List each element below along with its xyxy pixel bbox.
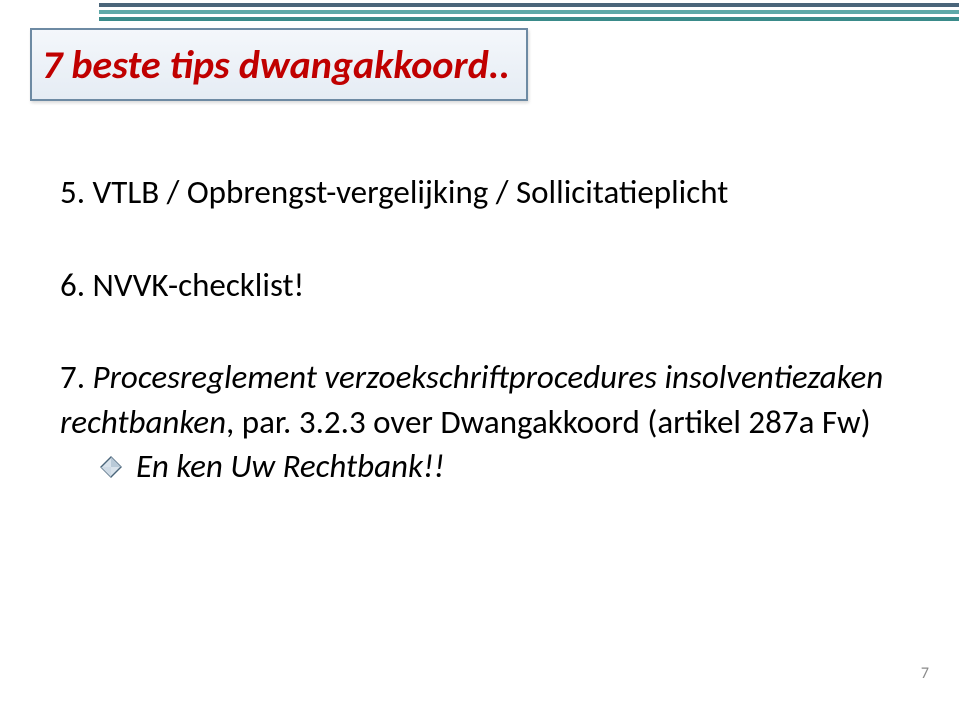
- item-number: 7.: [60, 357, 85, 397]
- sub-bullet-row: En ken Uw Rechtbank!!: [60, 446, 899, 486]
- item-text-after: , par. 3.2.3 over Dwangakkoord (artikel …: [226, 402, 871, 442]
- decorative-stripes: [99, 0, 959, 26]
- slide-title: 7 beste tips dwangakkoord..: [42, 40, 510, 89]
- diamond-bullet-icon: [100, 456, 122, 478]
- list-item: 5. VTLB / Opbrengst-vergelijking / Solli…: [60, 170, 899, 215]
- page-number: 7: [921, 664, 929, 683]
- list-item: 6. NVVK-checklist!: [60, 263, 899, 308]
- stripe: [99, 17, 959, 21]
- slide-body: 5. VTLB / Opbrengst-vergelijking / Solli…: [60, 170, 899, 486]
- slide: 7 beste tips dwangakkoord.. 5. VTLB / Op…: [0, 0, 959, 701]
- stripe: [99, 10, 959, 14]
- sub-bullet-text: En ken Uw Rechtbank!!: [136, 446, 445, 486]
- item-number: 5.: [60, 172, 85, 212]
- title-box: 7 beste tips dwangakkoord..: [30, 28, 528, 101]
- item-text: VTLB / Opbrengst-vergelijking / Sollicit…: [93, 172, 729, 212]
- stripe: [99, 3, 959, 7]
- item-text: NVVK-checklist!: [93, 265, 305, 305]
- list-item: 7. Procesreglement verzoekschriftprocedu…: [60, 355, 899, 444]
- item-number: 6.: [60, 265, 85, 305]
